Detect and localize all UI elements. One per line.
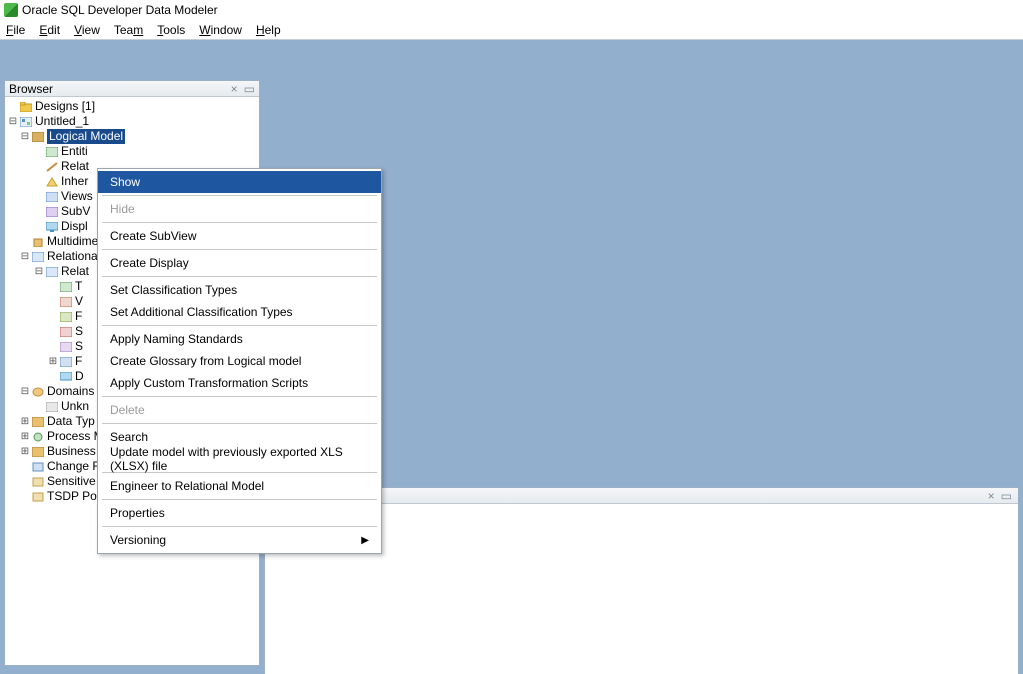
menu-item-apply-naming-standards[interactable]: Apply Naming Standards <box>98 328 381 350</box>
menu-team[interactable]: Team <box>114 23 143 37</box>
sensitive-icon <box>31 476 45 488</box>
policy-icon <box>31 491 45 503</box>
menu-bar: Filedocument.currentScript.previousSibli… <box>0 20 1023 40</box>
submenu-arrow-icon: ▶ <box>361 535 369 546</box>
relational-icon <box>31 251 45 263</box>
change-request-icon <box>31 461 45 473</box>
menu-item-show[interactable]: Show <box>98 171 381 193</box>
schema-folder-icon-2 <box>59 341 73 353</box>
menu-item-set-classification-types[interactable]: Set Classification Types <box>98 279 381 301</box>
fk-folder-icon <box>59 311 73 323</box>
panel-close-icon[interactable]: × <box>988 489 995 503</box>
menu-separator <box>102 526 377 527</box>
physical-folder-icon <box>59 356 73 368</box>
menu-separator <box>102 396 377 397</box>
domain-icon <box>31 386 45 398</box>
inheritance-icon <box>45 176 59 188</box>
menu-item-create-subview[interactable]: Create SubView <box>98 225 381 247</box>
menu-help[interactable]: Help <box>256 23 281 37</box>
process-icon <box>31 431 45 443</box>
browser-title-label: Browser <box>9 82 53 96</box>
panel-restore-icon[interactable]: ▭ <box>1001 489 1012 503</box>
table-folder-icon <box>59 281 73 293</box>
menu-window[interactable]: Window <box>199 23 242 37</box>
client-area: Browser × ▭ ⊟ Designs [1] ⊟ Untitled_1 <box>0 40 1023 674</box>
schema-folder-icon <box>59 326 73 338</box>
tree-node-logical-model[interactable]: ⊟ Logical Model <box>5 129 259 144</box>
design-icon <box>19 116 33 128</box>
menu-separator <box>102 222 377 223</box>
menu-separator <box>102 499 377 500</box>
menu-view[interactable]: View <box>74 23 100 37</box>
tree-node-designs[interactable]: ⊟ Designs [1] <box>5 99 259 114</box>
relation-icon <box>45 161 59 173</box>
menu-item-engineer-to-relational[interactable]: Engineer to Relational Model <box>98 475 381 497</box>
subview-icon <box>45 206 59 218</box>
display-icon <box>45 221 59 233</box>
logical-model-icon <box>31 131 45 143</box>
app-title: Oracle SQL Developer Data Modeler <box>22 3 218 17</box>
entity-icon <box>45 146 59 158</box>
menu-separator <box>102 249 377 250</box>
folder-icon <box>19 101 33 113</box>
menu-tools[interactable]: Tools <box>157 23 185 37</box>
unknown-icon <box>45 401 59 413</box>
menu-edit[interactable]: Edit <box>39 23 60 37</box>
context-menu: Show Hide Create SubView Create Display … <box>97 168 382 554</box>
app-icon <box>4 3 18 17</box>
menu-item-create-glossary[interactable]: Create Glossary from Logical model <box>98 350 381 372</box>
cube-icon <box>31 236 45 248</box>
tree-node-entities[interactable]: ·Entiti <box>5 144 259 159</box>
menu-separator <box>102 423 377 424</box>
menu-file[interactable]: Filedocument.currentScript.previousSibli… <box>6 23 25 37</box>
menu-item-versioning[interactable]: Versioning▶ <box>98 529 381 551</box>
menu-item-update-model-xls[interactable]: Update model with previously exported XL… <box>98 448 381 470</box>
menu-item-apply-custom-transformation[interactable]: Apply Custom Transformation Scripts <box>98 372 381 394</box>
view-folder-icon <box>59 296 73 308</box>
business-icon <box>31 446 45 458</box>
menu-item-create-display[interactable]: Create Display <box>98 252 381 274</box>
data-types-icon <box>31 416 45 428</box>
panel-close-icon[interactable]: × <box>231 82 238 96</box>
panel-restore-icon[interactable]: ▭ <box>244 82 255 96</box>
title-bar: Oracle SQL Developer Data Modeler <box>0 0 1023 20</box>
menu-item-set-additional-classification-types[interactable]: Set Additional Classification Types <box>98 301 381 323</box>
view-icon <box>45 191 59 203</box>
tree-node-untitled[interactable]: ⊟ Untitled_1 <box>5 114 259 129</box>
menu-item-properties[interactable]: Properties <box>98 502 381 524</box>
menu-separator <box>102 276 377 277</box>
relational-sub-icon <box>45 266 59 278</box>
browser-panel-title: Browser × ▭ <box>5 81 259 97</box>
display-folder-icon <box>59 371 73 383</box>
menu-separator <box>102 195 377 196</box>
menu-separator <box>102 325 377 326</box>
menu-item-delete: Delete <box>98 399 381 421</box>
menu-item-hide: Hide <box>98 198 381 220</box>
